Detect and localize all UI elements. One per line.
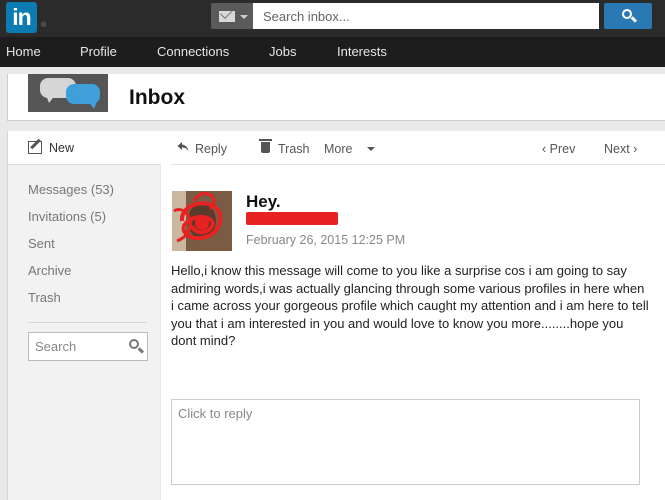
registered-mark: ® <box>41 22 47 29</box>
page-title: Inbox <box>129 86 185 109</box>
compose-icon <box>28 141 42 154</box>
message-toolbar: Reply Trash More ‹ Prev Next › <box>171 131 665 165</box>
sidebar-item-archive[interactable]: Archive <box>28 263 71 278</box>
search-icon-handle <box>630 16 638 23</box>
message-date: February 26, 2015 12:25 PM <box>246 233 406 247</box>
search-button[interactable] <box>604 3 652 29</box>
sidebar-item-messages[interactable]: Messages (53) <box>28 182 114 197</box>
nav-home[interactable]: Home <box>6 37 41 67</box>
message-body: Hello,i know this message will come to y… <box>171 263 649 348</box>
message-subject: Hey. <box>246 192 281 211</box>
next-button[interactable]: Next › <box>604 142 637 156</box>
reply-button[interactable]: Reply <box>195 142 227 156</box>
main-nav: Home Profile Connections Jobs Interests <box>0 37 665 67</box>
search-inbox-input[interactable] <box>253 3 599 29</box>
divider <box>28 322 147 323</box>
sidebar: New Messages (53) Invitations (5) Sent A… <box>7 131 161 500</box>
reply-icon <box>177 142 189 152</box>
linkedin-logo[interactable]: in <box>6 2 37 33</box>
redacted-sender <box>246 212 338 225</box>
avatar[interactable] <box>172 191 232 251</box>
sidebar-search-input[interactable] <box>29 333 124 360</box>
prev-button[interactable]: ‹ Prev <box>542 142 575 156</box>
top-bar: in ® <box>0 0 665 37</box>
nav-profile[interactable]: Profile <box>80 37 117 67</box>
mail-icon <box>219 11 235 22</box>
chevron-down-icon <box>367 147 375 151</box>
sidebar-search <box>28 332 148 361</box>
inbox-header: Inbox <box>7 74 665 121</box>
trash-icon <box>259 139 272 153</box>
scribbled-avatar <box>172 191 232 251</box>
search-category-dropdown[interactable] <box>211 3 253 29</box>
chat-bubbles-icon <box>28 74 108 112</box>
message-panel: Reply Trash More ‹ Prev Next › Hey. Febr… <box>161 131 665 500</box>
nav-jobs[interactable]: Jobs <box>269 37 296 67</box>
new-label: New <box>49 141 75 155</box>
caret-down-icon <box>240 15 248 19</box>
new-message-button[interactable]: New <box>8 131 161 165</box>
sidebar-item-sent[interactable]: Sent <box>28 236 55 251</box>
nav-connections[interactable]: Connections <box>157 37 229 67</box>
sidebar-item-invitations[interactable]: Invitations (5) <box>28 209 106 224</box>
search-icon-handle <box>137 347 145 354</box>
more-button[interactable]: More <box>324 142 352 156</box>
reply-textarea[interactable] <box>171 399 640 485</box>
trash-button[interactable]: Trash <box>278 142 310 156</box>
bubble-blue <box>66 84 100 109</box>
sidebar-item-trash[interactable]: Trash <box>28 290 61 305</box>
search-icon[interactable] <box>129 339 139 349</box>
nav-interests[interactable]: Interests <box>337 37 387 67</box>
